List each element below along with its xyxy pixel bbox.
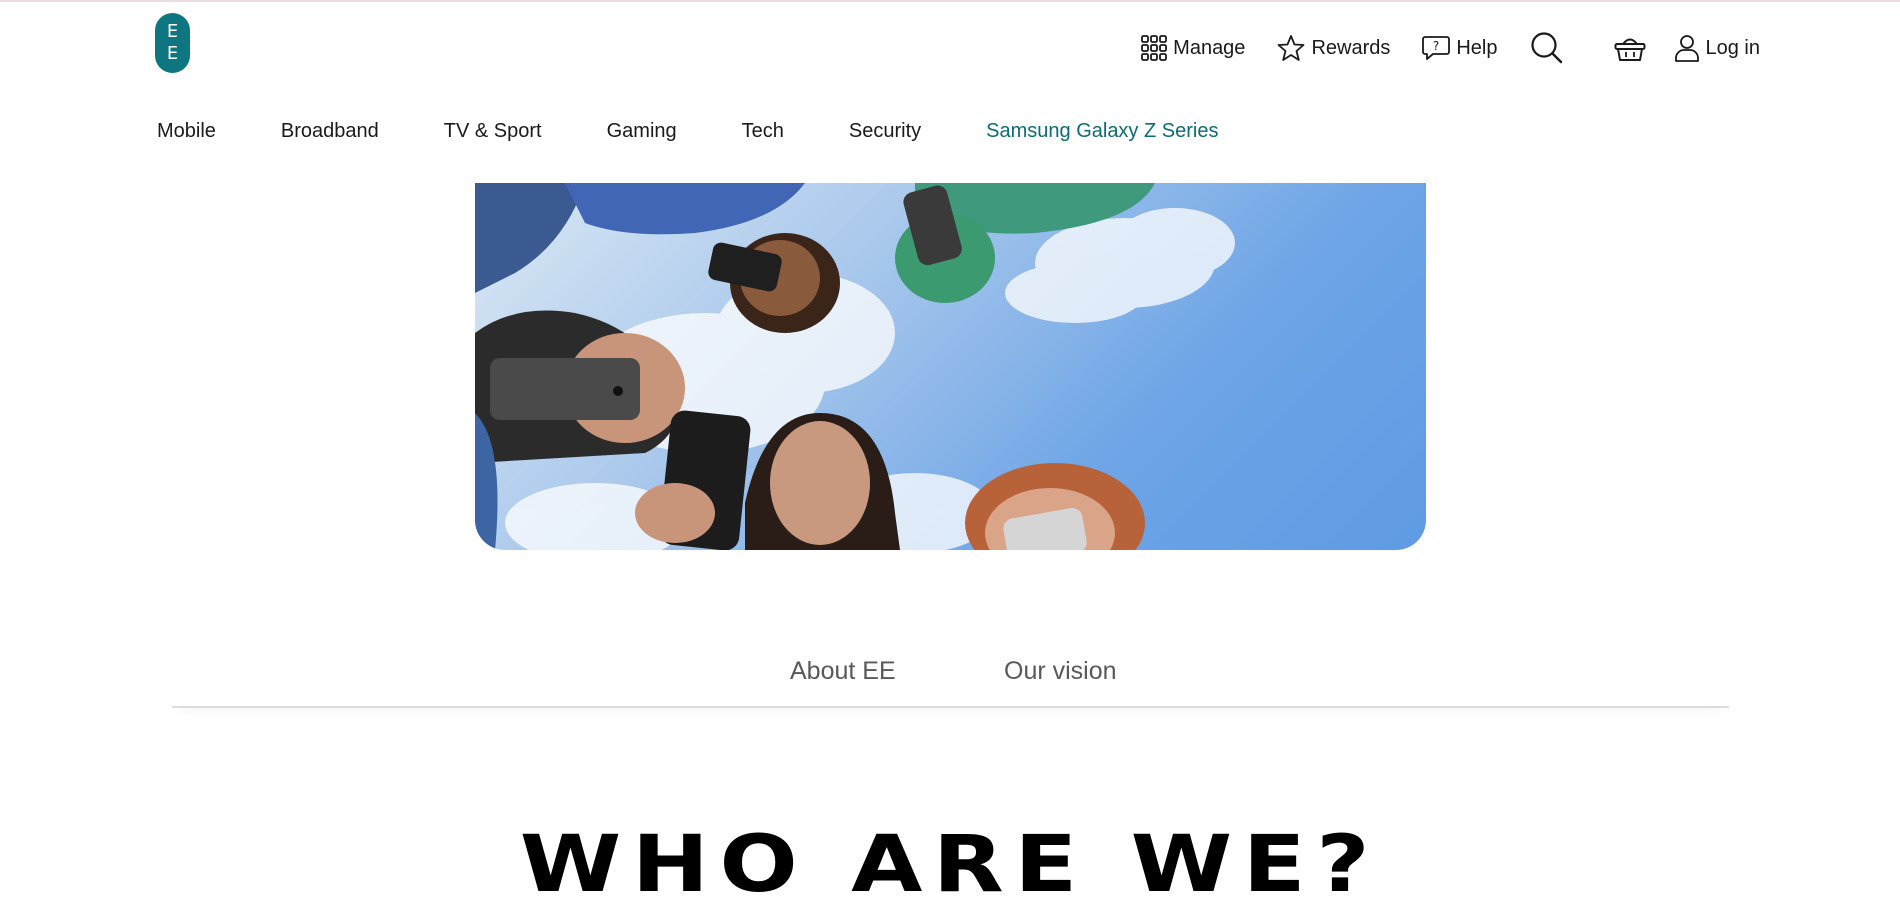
manage-label: Manage bbox=[1173, 36, 1246, 59]
search-button[interactable] bbox=[1530, 31, 1570, 65]
nav-item-security[interactable]: Security bbox=[849, 120, 921, 143]
basket-button[interactable] bbox=[1614, 34, 1652, 62]
login-label: Log in bbox=[1705, 36, 1761, 59]
tab-about-ee[interactable]: About EE bbox=[790, 657, 896, 686]
nav-item-gaming[interactable]: Gaming bbox=[607, 120, 677, 143]
manage-link[interactable]: Manage bbox=[1141, 35, 1245, 61]
nav-item-broadband[interactable]: Broadband bbox=[281, 120, 379, 143]
basket-icon bbox=[1614, 34, 1646, 62]
section-tabs: About EE Our vision bbox=[172, 654, 1729, 708]
svg-text:?: ? bbox=[1433, 39, 1439, 53]
utility-nav: Manage Rewards ? Help Log in bbox=[1141, 30, 1760, 66]
hero-photo-illustration bbox=[475, 183, 1235, 550]
help-bubble-icon: ? bbox=[1422, 35, 1451, 61]
search-icon bbox=[1530, 31, 1564, 65]
login-link[interactable]: Log in bbox=[1674, 34, 1761, 62]
section-heading: WHO ARE WE? bbox=[519, 820, 1381, 907]
ee-logo[interactable]: E E bbox=[155, 13, 190, 73]
nav-item-mobile[interactable]: Mobile bbox=[157, 120, 216, 143]
grid-icon bbox=[1141, 35, 1168, 61]
nav-item-tv-sport[interactable]: TV & Sport bbox=[444, 120, 542, 143]
logo-letter-top: E bbox=[166, 21, 179, 42]
star-icon bbox=[1277, 34, 1305, 62]
page: E E Manage Rewards ? Help Log in Mobile … bbox=[0, 0, 1900, 907]
help-label: Help bbox=[1456, 36, 1498, 59]
nav-item-samsung-galaxy-z-series[interactable]: Samsung Galaxy Z Series bbox=[986, 120, 1218, 143]
logo-letter-bottom: E bbox=[166, 43, 179, 64]
nav-item-tech[interactable]: Tech bbox=[742, 120, 784, 143]
main-nav: Mobile Broadband TV & Sport Gaming Tech … bbox=[157, 120, 1283, 143]
rewards-label: Rewards bbox=[1311, 36, 1391, 59]
help-link[interactable]: ? Help bbox=[1422, 35, 1498, 61]
user-icon bbox=[1674, 34, 1700, 62]
hero-image bbox=[475, 183, 1426, 550]
tab-our-vision[interactable]: Our vision bbox=[1004, 657, 1117, 686]
rewards-link[interactable]: Rewards bbox=[1277, 34, 1390, 62]
